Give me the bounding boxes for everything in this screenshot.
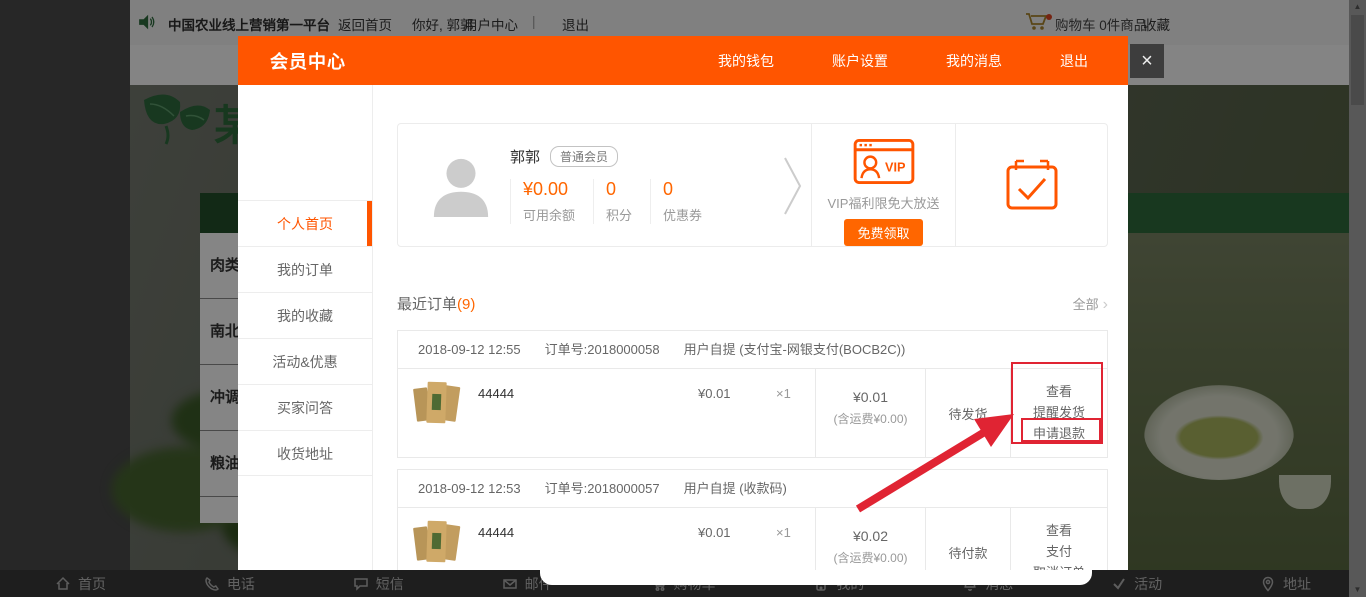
chevron-right-icon[interactable] (783, 154, 803, 218)
modal-sidebar: 个人首页 我的订单 我的收藏 活动&优惠 买家问答 收货地址 (238, 85, 373, 570)
order-product-column: 44444 ¥0.01 ×1 (398, 369, 815, 457)
user-summary-panel: 郭郭 普通会员 ¥0.00 可用余额 0 积分 (397, 123, 1108, 247)
order-actions: 查看 支付 取消订单 (1010, 508, 1107, 570)
order-total: ¥0.01 (816, 389, 925, 405)
order-card: 2018-09-12 12:55 订单号:2018000058 用户自提 (支付… (397, 330, 1108, 458)
modal-body: 个人首页 我的订单 我的收藏 活动&优惠 买家问答 收货地址 (238, 85, 1128, 570)
stat-coupons[interactable]: 0 优惠券 (650, 179, 720, 224)
action-pay[interactable]: 支付 (1011, 541, 1107, 562)
stat-points[interactable]: 0 积分 (593, 179, 650, 224)
vip-promo-section: VIP VIP福利限免大放送 免费领取 (812, 124, 956, 246)
order-body: 44444 ¥0.01 ×1 ¥0.02 (含运费¥0.00) 待付款 查看 支… (398, 508, 1107, 570)
product-price: ¥0.01 (698, 386, 731, 401)
nav-logout[interactable]: 退出 (1060, 51, 1088, 71)
order-number: 订单号:2018000057 (545, 470, 660, 507)
sidebar-item-buyer-qa[interactable]: 买家问答 (238, 384, 372, 430)
member-center-modal: 会员中心 我的钱包 账户设置 我的消息 退出 个人首页 我的订单 我的收藏 活动… (238, 36, 1128, 570)
product-qty: ×1 (776, 386, 791, 401)
product-thumbnail[interactable] (414, 379, 460, 425)
sidebar-item-my-orders[interactable]: 我的订单 (238, 246, 372, 292)
orders-count: (9) (457, 296, 475, 313)
product-name[interactable]: 44444 (478, 525, 514, 540)
action-view[interactable]: 查看 (1011, 381, 1107, 402)
order-total-column: ¥0.01 (含运费¥0.00) (815, 369, 925, 457)
sidebar-item-promotions[interactable]: 活动&优惠 (238, 338, 372, 384)
order-datetime: 2018-09-12 12:55 (418, 331, 521, 368)
modal-close-button[interactable]: × (1130, 44, 1164, 78)
order-delivery: 用户自提 (支付宝-网银支付(BOCB2C)) (684, 331, 906, 368)
order-status: 待发货 (925, 369, 1010, 457)
sidebar-item-my-favorites[interactable]: 我的收藏 (238, 292, 372, 338)
nav-account-settings[interactable]: 账户设置 (832, 51, 888, 71)
vip-promo-text: VIP福利限免大放送 (828, 193, 940, 212)
action-view[interactable]: 查看 (1011, 520, 1107, 541)
avatar (430, 152, 492, 218)
order-total-column: ¥0.02 (含运费¥0.00) (815, 508, 925, 570)
sidebar-item-shipping-address[interactable]: 收货地址 (238, 430, 372, 476)
stat-balance[interactable]: ¥0.00 可用余额 (510, 179, 593, 224)
order-product-column: 44444 ¥0.01 ×1 (398, 508, 815, 570)
order-body: 44444 ¥0.01 ×1 ¥0.01 (含运费¥0.00) 待发货 查看 提… (398, 369, 1107, 457)
product-qty: ×1 (776, 525, 791, 540)
modal-content: 郭郭 普通会员 ¥0.00 可用余额 0 积分 (373, 85, 1128, 570)
nav-my-wallet[interactable]: 我的钱包 (718, 51, 774, 71)
svg-text:VIP: VIP (884, 159, 905, 174)
modal-bottom-edge (540, 568, 1092, 585)
order-shipping: (含运费¥0.00) (816, 410, 925, 427)
modal-nav: 我的钱包 账户设置 我的消息 退出 (718, 51, 1088, 71)
product-name[interactable]: 44444 (478, 386, 514, 401)
order-number: 订单号:2018000058 (545, 331, 660, 368)
order-card: 2018-09-12 12:53 订单号:2018000057 用户自提 (收款… (397, 469, 1108, 570)
action-cancel-order[interactable]: 取消订单 (1011, 562, 1107, 570)
vip-icon: VIP (853, 139, 915, 184)
view-all-link[interactable]: 全部› (1073, 294, 1108, 314)
user-info: 郭郭 普通会员 ¥0.00 可用余额 0 积分 (510, 146, 720, 224)
sidebar-item-personal-home[interactable]: 个人首页 (238, 200, 372, 246)
user-stats: ¥0.00 可用余额 0 积分 0 优惠券 (510, 179, 720, 224)
product-thumbnail[interactable] (414, 518, 460, 564)
order-total: ¥0.02 (816, 528, 925, 544)
order-actions: 查看 提醒发货 申请退款 (1010, 369, 1107, 457)
screen: 中国农业线上营销第一平台 返回首页 你好, 郭郭 用户中心 | 退出 购物车 0… (0, 0, 1366, 597)
order-shipping: (含运费¥0.00) (816, 549, 925, 566)
order-header: 2018-09-12 12:55 订单号:2018000058 用户自提 (支付… (398, 331, 1107, 369)
user-info-section: 郭郭 普通会员 ¥0.00 可用余额 0 积分 (398, 124, 812, 246)
order-datetime: 2018-09-12 12:53 (418, 470, 521, 507)
free-claim-button[interactable]: 免费领取 (844, 219, 922, 246)
nav-my-messages[interactable]: 我的消息 (946, 51, 1002, 71)
calendar-check-icon[interactable] (1005, 158, 1059, 212)
modal-header: 会员中心 我的钱包 账户设置 我的消息 退出 (238, 36, 1128, 85)
action-request-refund[interactable]: 申请退款 (1011, 423, 1107, 444)
recent-orders-title: 最近订单(9) (397, 293, 475, 314)
checkin-section (956, 124, 1107, 246)
modal-title: 会员中心 (270, 48, 346, 74)
membership-badge: 普通会员 (550, 146, 618, 167)
order-header: 2018-09-12 12:53 订单号:2018000057 用户自提 (收款… (398, 470, 1107, 508)
product-price: ¥0.01 (698, 525, 731, 540)
user-name: 郭郭 (510, 146, 540, 167)
chevron-right-icon: › (1103, 296, 1108, 313)
action-remind-shipment[interactable]: 提醒发货 (1011, 402, 1107, 423)
order-delivery: 用户自提 (收款码) (684, 470, 787, 507)
recent-orders-header: 最近订单(9) 全部› (397, 293, 1108, 314)
order-status: 待付款 (925, 508, 1010, 570)
